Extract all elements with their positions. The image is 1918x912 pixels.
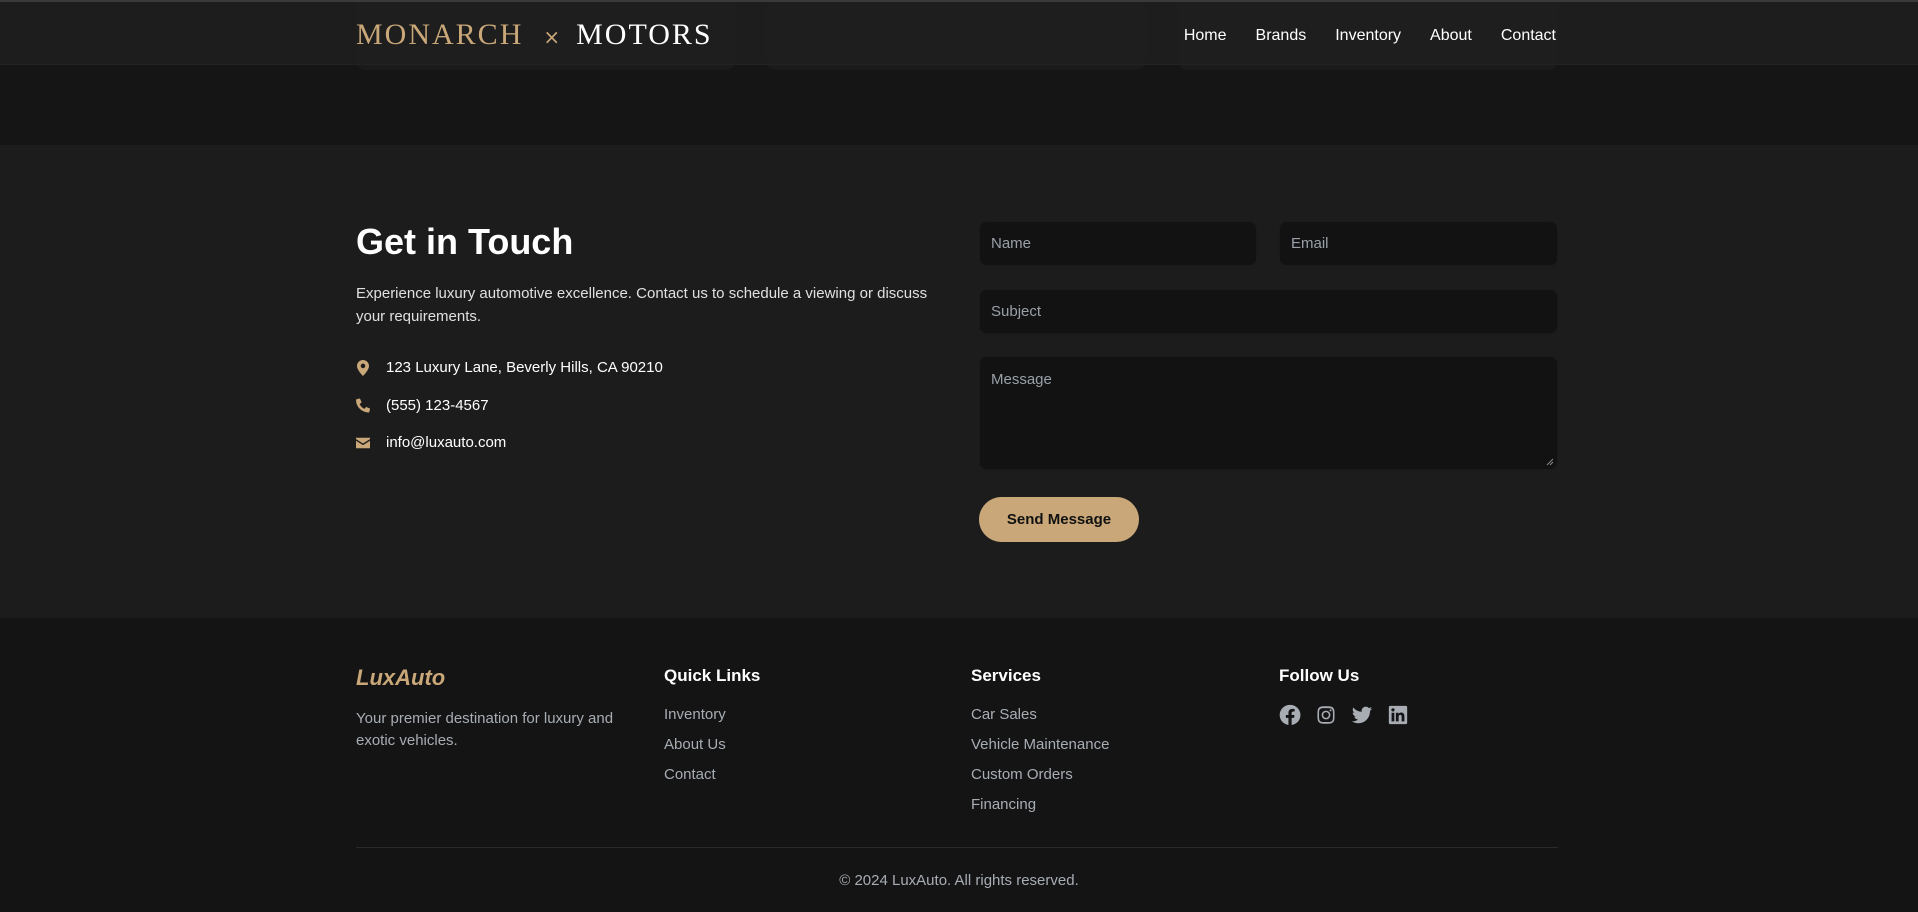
quick-links-column: Quick Links Inventory About Us Contact	[664, 666, 760, 796]
footer-link-custom-orders[interactable]: Custom Orders	[971, 766, 1109, 796]
twitter-icon[interactable]	[1351, 704, 1373, 726]
logo-separator: ×	[543, 25, 563, 49]
footer-brand[interactable]: LuxAuto	[356, 665, 445, 691]
footer-link-inventory[interactable]: Inventory	[664, 706, 760, 736]
nav-inventory[interactable]: Inventory	[1335, 27, 1401, 45]
message-placeholder: Message	[991, 371, 1052, 388]
services-title: Services	[971, 666, 1041, 685]
subject-field[interactable]: Subject	[979, 289, 1558, 334]
name-field[interactable]: Name	[979, 221, 1257, 266]
footer-divider	[356, 847, 1558, 848]
social-links	[1279, 704, 1409, 726]
phone-row: (555) 123-4567	[356, 397, 489, 414]
follow-column: Follow Us	[1279, 666, 1409, 726]
linkedin-icon[interactable]	[1387, 704, 1409, 726]
services-column: Services Car Sales Vehicle Maintenance C…	[971, 666, 1109, 826]
resize-handle-icon[interactable]	[1546, 458, 1554, 466]
main-nav: Home Brands Inventory About Contact	[1184, 27, 1556, 45]
nav-about[interactable]: About	[1430, 27, 1472, 45]
phone-icon	[356, 398, 370, 414]
address-row: 123 Luxury Lane, Beverly Hills, CA 90210	[356, 359, 663, 376]
send-message-button[interactable]: Send Message	[979, 497, 1139, 542]
phone-text: (555) 123-4567	[386, 397, 489, 414]
email-text: info@luxauto.com	[386, 434, 507, 451]
map-pin-icon	[356, 359, 370, 376]
email-row: info@luxauto.com	[356, 434, 506, 451]
logo[interactable]: MONARCH × MOTORS	[356, 18, 713, 52]
footer-link-financing[interactable]: Financing	[971, 796, 1109, 826]
quick-links-title: Quick Links	[664, 666, 761, 685]
facebook-icon[interactable]	[1279, 704, 1301, 726]
nav-brands[interactable]: Brands	[1256, 27, 1307, 45]
instagram-icon[interactable]	[1315, 704, 1337, 726]
site-header: MONARCH × MOTORS Home Brands Inventory Abo…	[0, 0, 1918, 65]
email-field[interactable]: Email	[1279, 221, 1558, 266]
footer-link-vehicle-maintenance[interactable]: Vehicle Maintenance	[971, 736, 1109, 766]
nav-home[interactable]: Home	[1184, 27, 1227, 45]
message-field[interactable]: Message	[979, 356, 1558, 470]
footer-link-contact[interactable]: Contact	[664, 766, 760, 796]
envelope-icon	[356, 435, 370, 451]
nav-contact[interactable]: Contact	[1501, 27, 1556, 45]
footer-link-about-us[interactable]: About Us	[664, 736, 760, 766]
contact-description: Experience luxury automotive excellence.…	[356, 285, 928, 325]
logo-monarch: MONARCH	[356, 18, 524, 51]
site-footer: LuxAuto Your premier destination for lux…	[0, 618, 1918, 912]
contact-title: Get in Touch	[356, 221, 574, 262]
logo-motors: MOTORS	[576, 18, 713, 51]
footer-tagline: Your premier destination for luxury and …	[356, 710, 614, 749]
copyright: © 2024 LuxAuto. All rights reserved.	[839, 872, 1079, 889]
contact-section: Get in Touch Experience luxury automotiv…	[0, 145, 1918, 618]
address-text: 123 Luxury Lane, Beverly Hills, CA 90210	[386, 359, 663, 376]
footer-link-car-sales[interactable]: Car Sales	[971, 706, 1109, 736]
follow-title: Follow Us	[1279, 666, 1360, 685]
